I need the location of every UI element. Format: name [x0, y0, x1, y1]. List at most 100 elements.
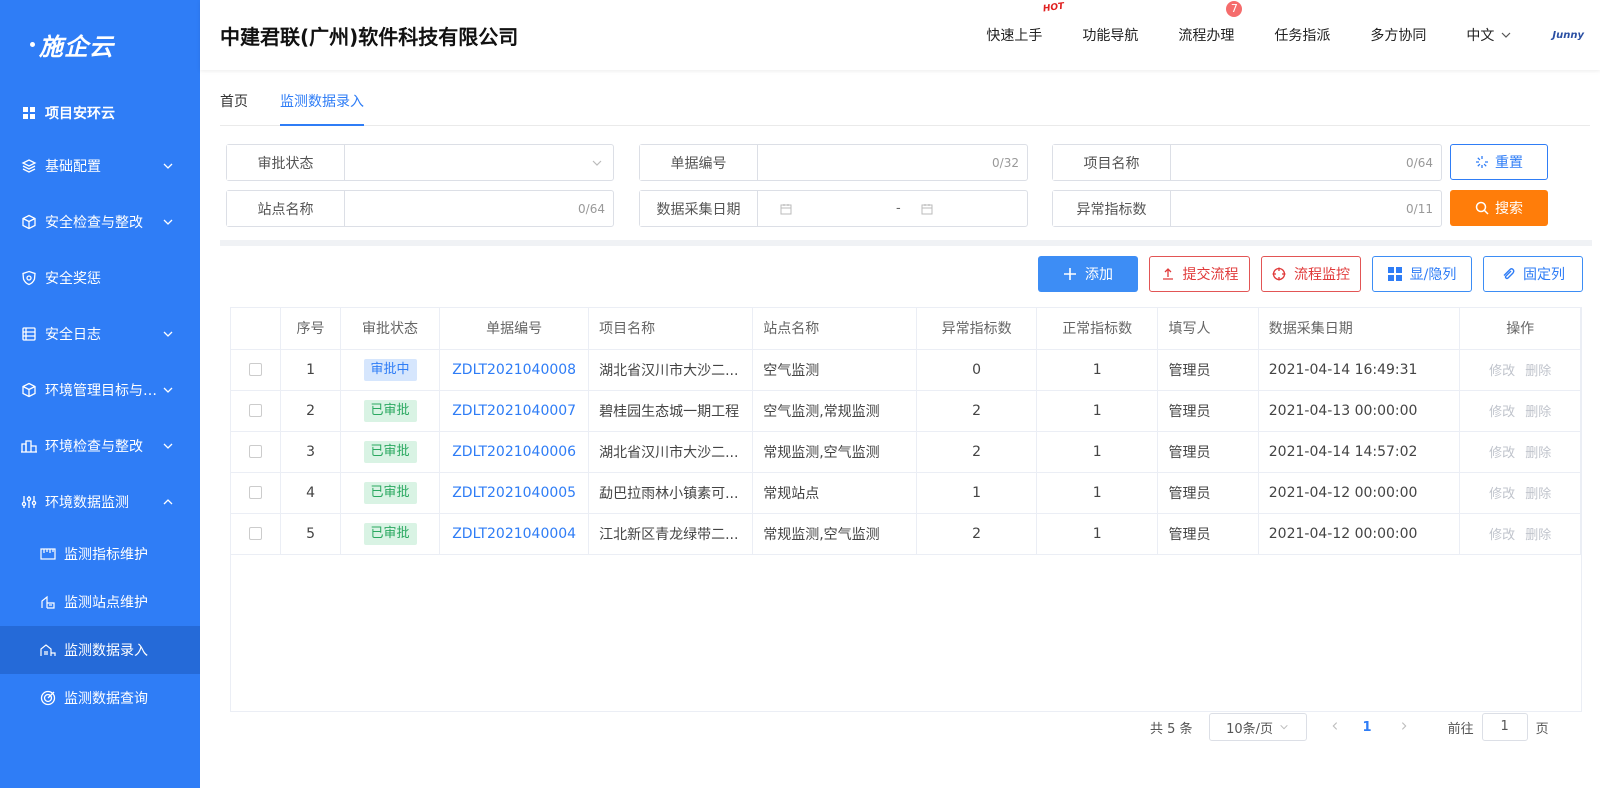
sidebar-title[interactable]: 项目安环云 [0, 88, 200, 138]
filter-label: 项目名称 [1053, 145, 1171, 180]
prev-page-button[interactable] [1321, 720, 1349, 735]
delete-link[interactable]: 删除 [1525, 446, 1551, 461]
sidebar-subitem-data-query[interactable]: 监测数据查询 [0, 674, 200, 722]
sidebar-item-safety-check[interactable]: 安全检查与整改 [0, 194, 200, 250]
cell-date: 2021-04-12 00:00:00 [1258, 513, 1461, 555]
columns-icon [1387, 267, 1402, 281]
sidebar-item-env-check[interactable]: 环境检查与整改 [0, 418, 200, 474]
cell-no: 4 [280, 472, 341, 514]
page-size-select[interactable]: 10条/页 [1208, 713, 1307, 741]
delete-link[interactable]: 删除 [1525, 487, 1551, 502]
app-logo[interactable]: 施企云 [0, 0, 200, 88]
header-nav: 快速上手 HOT 功能导航 流程办理 7 任务指派 多方协同 中文 Junny [966, 0, 1600, 70]
cell-doc: ZDLT2021040004 [439, 513, 590, 555]
header-nav-label: 快速上手 [986, 28, 1043, 44]
sidebar-subitem-label: 监测数据查询 [64, 691, 148, 707]
cube-icon [20, 213, 38, 231]
select-all-header [231, 308, 282, 350]
cell-no: 5 [280, 513, 341, 555]
row-checkbox[interactable] [249, 363, 263, 376]
fix-columns-button[interactable]: 固定列 [1483, 256, 1583, 292]
cell-date: 2021-04-14 16:49:31 [1258, 349, 1461, 391]
cell-actions: 修改 删除 [1459, 390, 1581, 432]
cell-project: 江北新区青龙绿带二... [588, 513, 754, 555]
row-checkbox[interactable] [249, 486, 263, 499]
doc-no-link[interactable]: ZDLT2021040006 [452, 444, 576, 460]
logo-dot [30, 41, 35, 47]
edit-link[interactable]: 修改 [1489, 528, 1515, 543]
cell-no: 2 [280, 390, 341, 432]
sidebar-subitem-indicator[interactable]: 监测指标维护 [0, 530, 200, 578]
edit-link[interactable]: 修改 [1489, 364, 1515, 379]
edit-link[interactable]: 修改 [1489, 446, 1515, 461]
tab-data-entry[interactable]: 监测数据录入 [280, 88, 364, 126]
edit-link[interactable]: 修改 [1489, 487, 1515, 502]
reset-button[interactable]: 重置 [1450, 144, 1548, 180]
cell-normal: 1 [1036, 349, 1159, 391]
delete-link[interactable]: 删除 [1525, 405, 1551, 420]
cell-actions: 修改 删除 [1459, 349, 1581, 391]
header-nav-function-nav[interactable]: 功能导航 [1082, 25, 1138, 45]
doc-no-link[interactable]: ZDLT2021040005 [452, 485, 576, 501]
cell-abnormal: 2 [916, 431, 1037, 473]
cell-normal: 1 [1036, 390, 1159, 432]
submit-flow-button[interactable]: 提交流程 [1149, 256, 1250, 292]
sidebar-subitem-label: 监测数据录入 [64, 643, 148, 659]
sidebar-item-safety-reward[interactable]: 安全奖惩 [0, 250, 200, 306]
approval-status-select[interactable] [345, 145, 613, 180]
date-range-picker[interactable]: - [758, 191, 1027, 226]
calendar-icon [921, 203, 933, 214]
project-name-input[interactable]: 0/64 [1171, 145, 1441, 180]
row-checkbox[interactable] [249, 445, 263, 458]
language-selector[interactable]: 中文 [1466, 25, 1512, 45]
sidebar-subitem-site[interactable]: 监测站点维护 [0, 578, 200, 626]
tab-home[interactable]: 首页 [220, 88, 248, 126]
cell-abnormal: 2 [916, 390, 1037, 432]
flow-monitor-button[interactable]: 流程监控 [1261, 256, 1361, 292]
sidebar-item-env-target[interactable]: 环境管理目标与考核 [0, 362, 200, 418]
delete-link[interactable]: 删除 [1525, 528, 1551, 543]
char-counter: 0/32 [992, 155, 1019, 170]
search-icon [1475, 201, 1489, 215]
sidebar-subitem-label: 监测站点维护 [64, 595, 148, 611]
site-name-input[interactable]: 0/64 [345, 191, 613, 226]
cell-author: 管理员 [1157, 390, 1259, 432]
section-divider [220, 240, 1592, 246]
header-nav-quick-start[interactable]: 快速上手 HOT [986, 2, 1065, 45]
doc-no-link[interactable]: ZDLT2021040004 [452, 526, 576, 542]
sidebar-item-env-data-monitor[interactable]: 环境数据监测 [0, 474, 200, 530]
abnormal-count-input[interactable]: 0/11 [1171, 191, 1441, 226]
chevron-down-icon [592, 160, 602, 166]
cell-project: 湖北省汉川市大沙二... [588, 431, 754, 473]
sidebar-item-basic-config[interactable]: 基础配置 [0, 138, 200, 194]
cell-doc: ZDLT2021040006 [439, 431, 590, 473]
doc-no-link[interactable]: ZDLT2021040008 [452, 362, 576, 378]
crosshair-icon [1272, 267, 1286, 281]
cell-author: 管理员 [1157, 472, 1259, 514]
show-hide-columns-button[interactable]: 显/隐列 [1372, 256, 1472, 292]
current-page[interactable]: 1 [1363, 720, 1372, 735]
doc-no-input[interactable]: 0/32 [758, 145, 1027, 180]
sidebar-subitem-data-entry[interactable]: 监测数据录入 [0, 626, 200, 674]
chevron-down-icon [163, 443, 173, 449]
char-counter: 0/64 [578, 201, 605, 216]
edit-link[interactable]: 修改 [1489, 405, 1515, 420]
log-icon [20, 325, 38, 343]
goto-page-input[interactable]: 1 [1481, 713, 1528, 741]
doc-no-link[interactable]: ZDLT2021040007 [452, 403, 576, 419]
column-header: 站点名称 [752, 308, 918, 350]
row-checkbox[interactable] [249, 404, 263, 417]
delete-link[interactable]: 删除 [1525, 364, 1551, 379]
sidebar-item-safety-log[interactable]: 安全日志 [0, 306, 200, 362]
row-checkbox-cell [231, 390, 282, 432]
header-nav-task-assign[interactable]: 任务指派 [1274, 25, 1330, 45]
row-checkbox[interactable] [249, 527, 263, 540]
header-nav-collab[interactable]: 多方协同 [1370, 25, 1426, 45]
search-button[interactable]: 搜索 [1450, 190, 1548, 226]
cell-abnormal: 0 [916, 349, 1037, 391]
add-button[interactable]: 添加 [1038, 256, 1138, 292]
header-nav-process[interactable]: 流程办理 7 [1178, 1, 1243, 45]
next-page-button[interactable] [1390, 720, 1418, 735]
row-checkbox-cell [231, 431, 282, 473]
char-counter: 0/11 [1406, 201, 1433, 216]
